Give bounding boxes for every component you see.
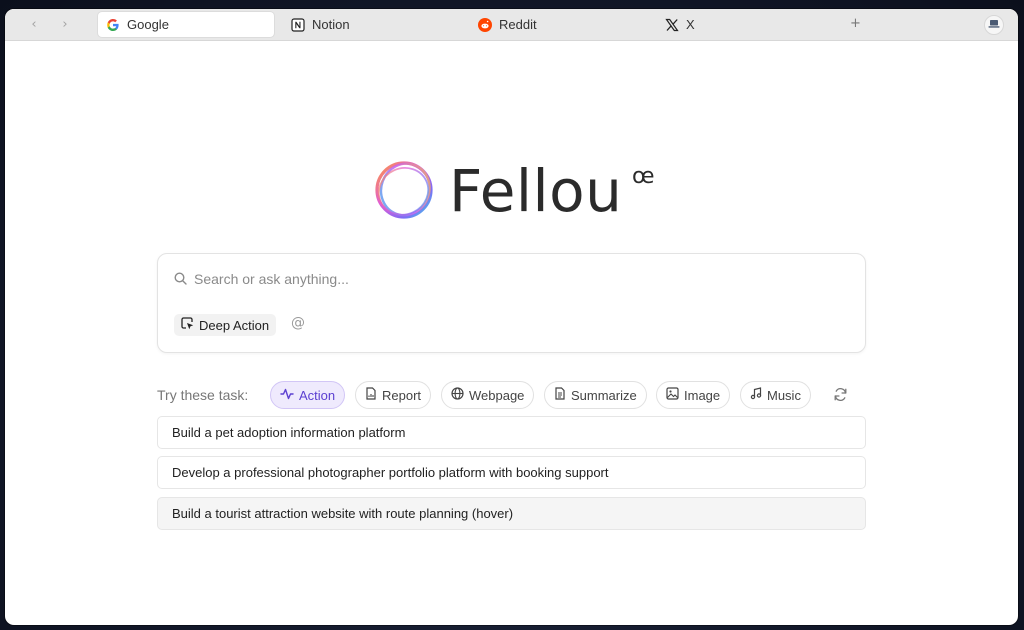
chip-label: Image — [684, 387, 721, 403]
fellou-ring-icon — [375, 161, 433, 219]
suggestion-text: Develop a professional photographer port… — [172, 465, 609, 480]
chip-music[interactable]: Music — [740, 381, 811, 409]
report-icon — [365, 387, 377, 403]
globe-icon — [451, 387, 464, 403]
fellou-mark: œ — [632, 164, 655, 189]
fellou-logo: Fellou œ — [368, 154, 668, 234]
forward-button[interactable]: › — [56, 16, 74, 34]
document-icon — [554, 387, 566, 403]
reddit-icon — [478, 17, 492, 32]
tab-label: X — [686, 17, 695, 32]
cursor-select-icon — [181, 317, 194, 333]
search-input[interactable] — [194, 268, 834, 290]
image-icon — [666, 387, 679, 403]
music-icon — [750, 387, 762, 403]
activity-icon — [280, 388, 294, 403]
fellou-wordmark: Fellou — [449, 157, 623, 225]
chip-label: Summarize — [571, 387, 637, 403]
search-icon — [174, 272, 187, 290]
tab-label: Reddit — [499, 17, 537, 32]
chip-label: Webpage — [469, 387, 525, 403]
laptop-icon — [988, 16, 1000, 34]
refresh-icon[interactable] — [833, 387, 848, 407]
chip-webpage[interactable]: Webpage — [441, 381, 535, 409]
tab-x[interactable]: X — [657, 12, 703, 37]
chip-report[interactable]: Report — [355, 381, 432, 409]
notion-icon — [291, 17, 305, 32]
suggestion-item[interactable]: Develop a professional photographer port… — [157, 456, 866, 489]
chip-image[interactable]: Image — [656, 381, 731, 409]
tab-google[interactable]: Google — [98, 12, 274, 37]
tasks-label: Try these task: — [157, 387, 249, 403]
deep-action-button[interactable]: Deep Action — [174, 314, 277, 336]
new-tab-button[interactable]: + — [850, 16, 861, 31]
chip-action[interactable]: Action — [270, 381, 346, 409]
back-button[interactable]: ‹ — [25, 16, 43, 34]
chip-label: Music — [767, 387, 801, 403]
google-icon — [106, 18, 120, 32]
browser-window: ‹ › Google Notion Reddit X + Fellou œ Se… — [5, 9, 1018, 625]
device-button[interactable] — [984, 15, 1004, 35]
suggestion-text: Build a pet adoption information platfor… — [172, 425, 406, 440]
suggestion-item[interactable]: Build a tourist attraction website with … — [157, 497, 866, 530]
chip-label: Report — [382, 387, 422, 403]
tab-bar: ‹ › Google Notion Reddit X + — [5, 9, 1018, 41]
suggestion-text: Build a tourist attraction website with … — [172, 506, 514, 521]
tab-reddit[interactable]: Reddit — [470, 12, 545, 37]
deep-action-label: Deep Action — [199, 317, 270, 333]
tab-label: Google — [127, 17, 169, 32]
search-card: Deep Action @ — [157, 253, 866, 353]
chip-label: Action — [299, 387, 336, 403]
mention-icon[interactable]: @ — [291, 315, 305, 331]
tab-label: Notion — [312, 17, 350, 32]
chip-summarize[interactable]: Summarize — [544, 381, 647, 409]
x-icon — [665, 18, 679, 32]
tab-notion[interactable]: Notion — [283, 12, 358, 37]
suggestion-item[interactable]: Build a pet adoption information platfor… — [157, 416, 866, 449]
